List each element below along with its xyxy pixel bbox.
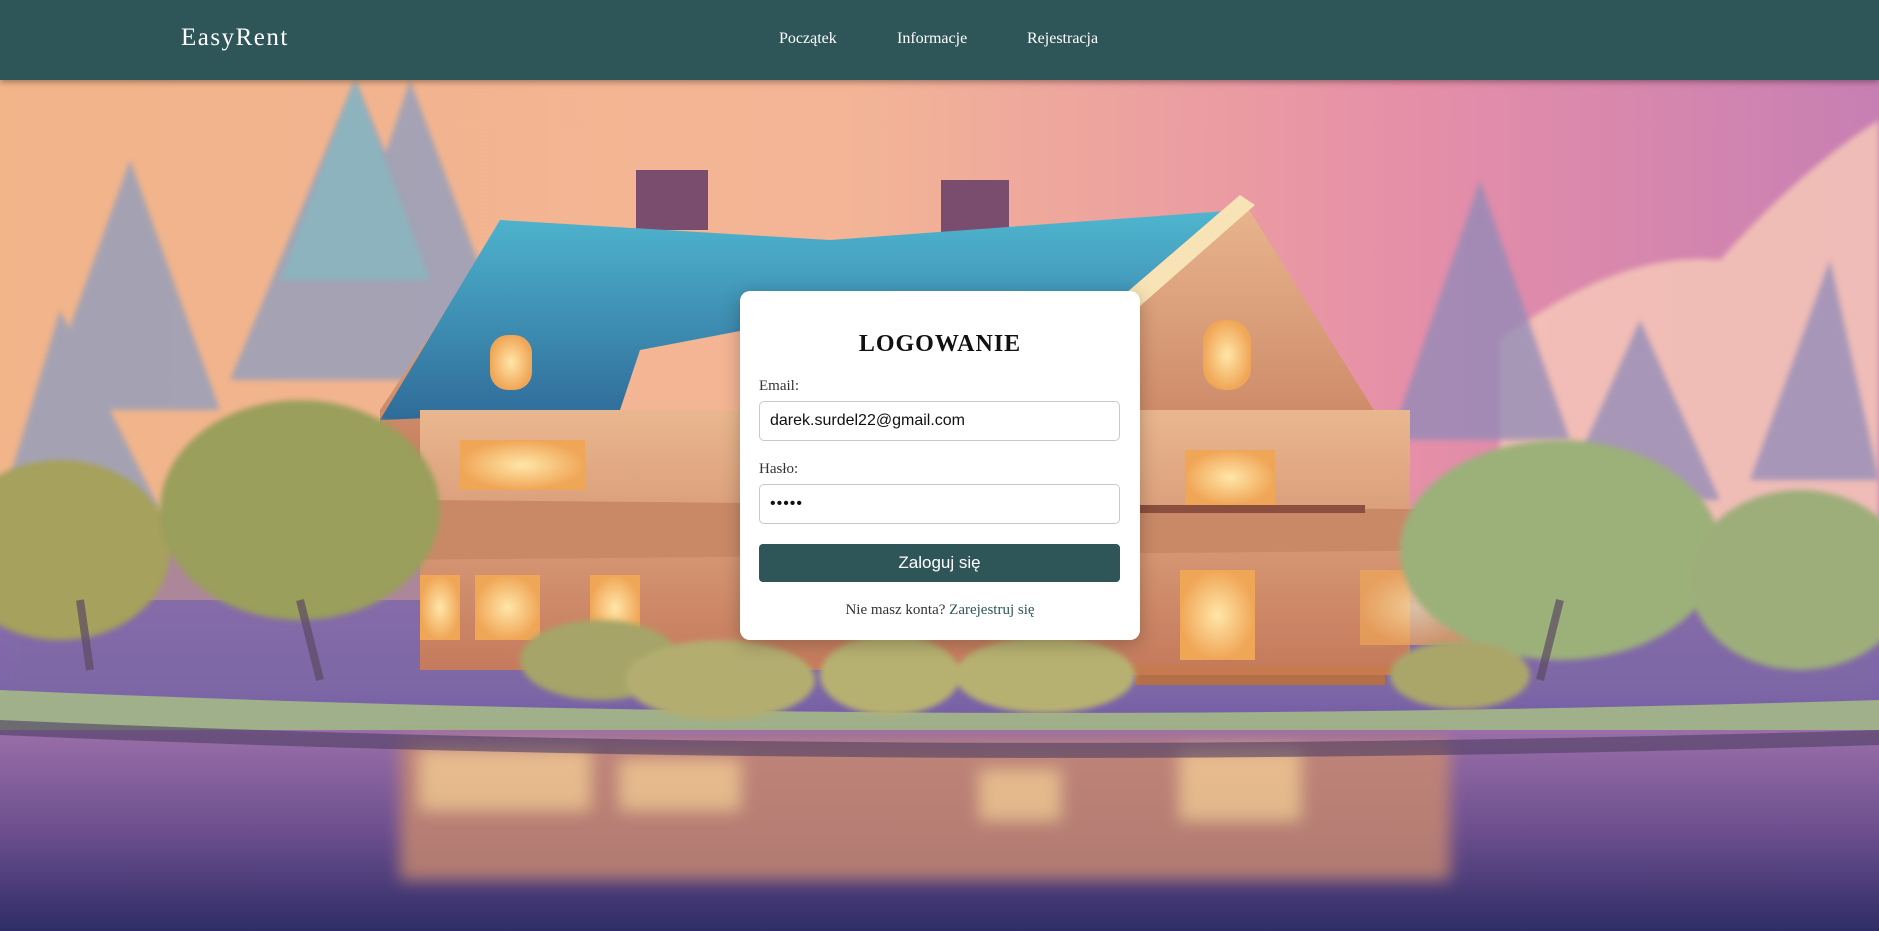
password-label: Hasło: [759, 461, 799, 477]
login-button[interactable]: Zaloguj się [759, 544, 1120, 582]
password-field[interactable] [759, 484, 1120, 524]
nav-link-rejestracja[interactable]: Rejestracja [1027, 30, 1098, 48]
register-prompt: Nie masz konta? Zarejestruj się [740, 602, 1140, 619]
brand-logo[interactable]: EasyRent [181, 24, 289, 52]
email-field[interactable] [759, 401, 1120, 441]
no-account-text: Nie masz konta? [845, 602, 946, 618]
top-navbar: EasyRent Początek Informacje Rejestracja [0, 0, 1879, 80]
email-label: Email: [759, 378, 799, 394]
login-title: LOGOWANIE [858, 331, 1022, 357]
nav-link-informacje[interactable]: Informacje [897, 30, 967, 48]
login-card: LOGOWANIE Email: Hasło: Zaloguj się Nie … [740, 291, 1140, 640]
nav-link-poczatek[interactable]: Początek [779, 30, 837, 48]
register-link[interactable]: Zarejestruj się [949, 602, 1034, 618]
